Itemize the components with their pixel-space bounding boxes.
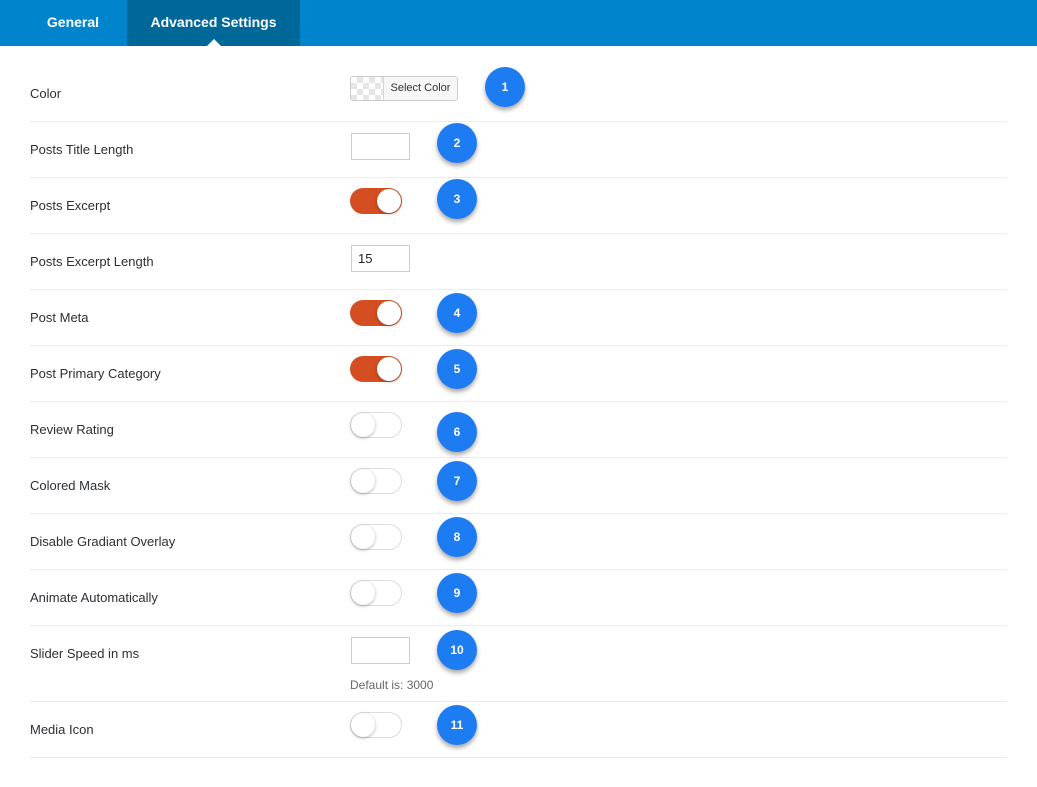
toggle-knob <box>351 413 375 437</box>
toggle-knob <box>377 357 401 381</box>
media-icon-toggle[interactable] <box>350 712 402 738</box>
setting-row-posts-excerpt-length: Posts Excerpt Length <box>30 234 1007 290</box>
color-swatch <box>351 77 384 100</box>
setting-row-slider-speed: Slider Speed in ms <box>30 626 1007 702</box>
colored-mask-toggle[interactable] <box>350 468 402 494</box>
posts-title-length-input[interactable] <box>351 133 410 160</box>
post-meta-label: Post Meta <box>30 310 89 325</box>
setting-row-posts-excerpt: Posts Excerpt <box>30 178 1007 234</box>
setting-row-post-primary-category: Post Primary Category <box>30 346 1007 402</box>
toggle-knob <box>351 469 375 493</box>
setting-row-media-icon: Media Icon <box>30 702 1007 758</box>
setting-row-posts-title-length: Posts Title Length <box>30 122 1007 178</box>
select-color-button[interactable]: Select Color <box>350 76 458 101</box>
media-icon-label: Media Icon <box>30 722 94 737</box>
colored-mask-label: Colored Mask <box>30 478 111 493</box>
slider-speed-hint: Default is: 3000 <box>350 678 434 692</box>
setting-row-disable-gradiant-overlay: Disable Gradiant Overlay <box>30 514 1007 570</box>
color-label: Color <box>30 86 62 101</box>
setting-row-post-meta: Post Meta <box>30 290 1007 346</box>
slider-speed-input[interactable] <box>351 637 410 664</box>
tab-general[interactable]: General <box>20 0 126 46</box>
callout-badge-11: 11 <box>437 705 477 745</box>
toggle-knob <box>377 301 401 325</box>
callout-badge-10: 10 <box>437 630 477 670</box>
review-rating-toggle[interactable] <box>350 412 402 438</box>
callout-badge-5: 5 <box>437 349 477 389</box>
select-color-label: Select Color <box>390 82 451 94</box>
animate-automatically-toggle[interactable] <box>350 580 402 606</box>
callout-badge-3: 3 <box>437 179 477 219</box>
settings-tab-bar: General Advanced Settings <box>0 0 1037 46</box>
post-primary-category-label: Post Primary Category <box>30 366 161 381</box>
tab-advanced-settings[interactable]: Advanced Settings <box>127 0 300 46</box>
callout-badge-8: 8 <box>437 517 477 557</box>
animate-automatically-label: Animate Automatically <box>30 590 158 605</box>
posts-excerpt-label: Posts Excerpt <box>30 198 111 213</box>
post-primary-category-toggle[interactable] <box>350 356 402 382</box>
post-meta-toggle[interactable] <box>350 300 402 326</box>
setting-row-review-rating: Review Rating <box>30 402 1007 458</box>
callout-badge-4: 4 <box>437 293 477 333</box>
toggle-knob <box>377 189 401 213</box>
review-rating-label: Review Rating <box>30 422 114 437</box>
toggle-knob <box>351 581 375 605</box>
setting-row-animate-automatically: Animate Automatically <box>30 570 1007 626</box>
callout-badge-7: 7 <box>437 461 477 501</box>
posts-excerpt-length-label: Posts Excerpt Length <box>30 254 154 269</box>
slider-speed-label: Slider Speed in ms <box>30 646 140 661</box>
callout-badge-9: 9 <box>437 573 477 613</box>
disable-gradiant-overlay-label: Disable Gradiant Overlay <box>30 534 176 549</box>
callout-badge-2: 2 <box>437 123 477 163</box>
toggle-knob <box>351 713 375 737</box>
disable-gradiant-overlay-toggle[interactable] <box>350 524 402 550</box>
posts-excerpt-length-input[interactable] <box>351 245 410 272</box>
setting-row-colored-mask: Colored Mask <box>30 458 1007 514</box>
toggle-knob <box>351 525 375 549</box>
posts-excerpt-toggle[interactable] <box>350 188 402 214</box>
callout-badge-6: 6 <box>437 412 477 452</box>
posts-title-length-label: Posts Title Length <box>30 142 134 157</box>
callout-badge-1: 1 <box>485 67 525 107</box>
